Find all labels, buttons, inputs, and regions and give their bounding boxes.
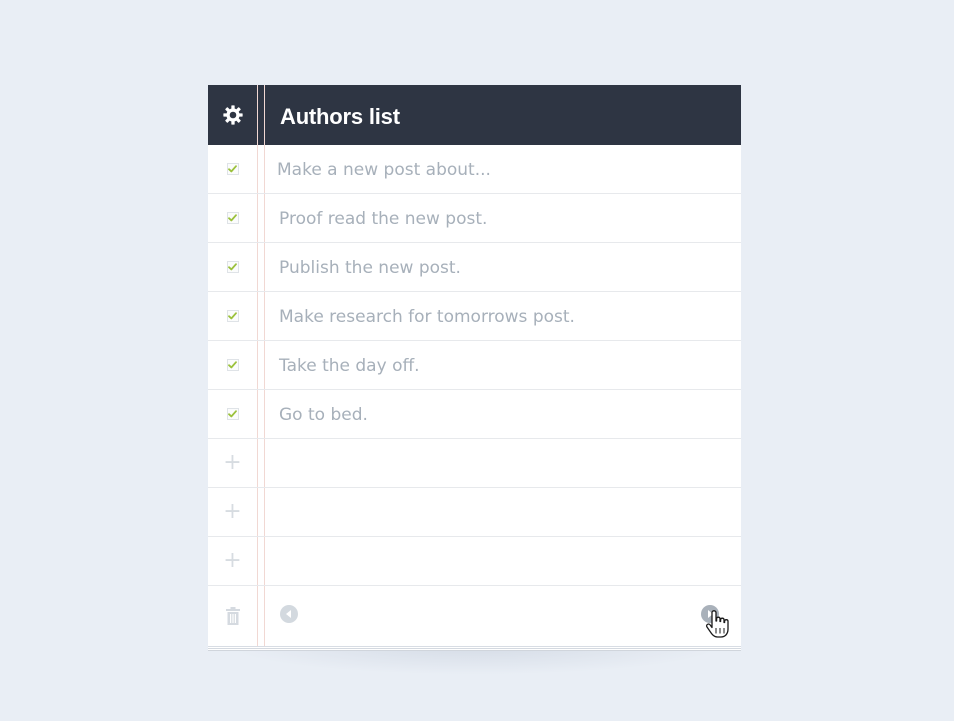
add-cell: + (208, 537, 257, 585)
list-body: Make a new post about... Proof read the … (208, 85, 741, 646)
task-text[interactable]: Proof read the new post. (279, 194, 487, 242)
checkbox-cell (208, 145, 257, 193)
arrow-left-circle-icon (280, 605, 298, 623)
task-checkbox[interactable] (226, 261, 239, 273)
delete-button[interactable] (208, 586, 257, 646)
list-item: Publish the new post. (208, 243, 741, 292)
task-checkbox[interactable] (226, 310, 239, 322)
checkbox-cell (208, 243, 257, 291)
list-item: Take the day off. (208, 341, 741, 390)
arrow-right-circle-icon (701, 605, 719, 623)
plus-icon[interactable]: + (223, 537, 241, 585)
list-item: Make research for tomorrows post. (208, 292, 741, 341)
empty-list-item[interactable]: + (208, 439, 741, 488)
check-icon (228, 410, 237, 418)
check-icon (228, 361, 237, 369)
task-text[interactable]: Make research for tomorrows post. (279, 292, 575, 340)
card-footer (208, 586, 741, 646)
plus-icon[interactable]: + (223, 439, 241, 487)
task-text[interactable]: Go to bed. (279, 390, 368, 438)
card-header: Authors list (208, 85, 741, 145)
empty-list-item[interactable]: + (208, 537, 741, 586)
checkbox-cell (208, 292, 257, 340)
check-icon (228, 214, 237, 222)
settings-button[interactable] (208, 85, 257, 145)
add-cell: + (208, 439, 257, 487)
checkbox-cell (208, 194, 257, 242)
trash-icon (225, 606, 240, 625)
previous-page-button[interactable] (280, 605, 298, 623)
task-text[interactable]: Make a new post about... (277, 145, 491, 193)
plus-icon[interactable]: + (223, 488, 241, 536)
check-icon (228, 165, 237, 173)
check-icon (228, 312, 237, 320)
task-text[interactable]: Take the day off. (279, 341, 420, 389)
check-icon (228, 263, 237, 271)
task-checkbox[interactable] (226, 163, 239, 175)
list-item: Go to bed. (208, 390, 741, 439)
task-checkbox[interactable] (226, 212, 239, 224)
page-title: Authors list (280, 104, 400, 129)
todo-card: Authors list Make a new post about... Pr… (208, 85, 741, 646)
checkbox-cell (208, 390, 257, 438)
list-item: Make a new post about... (208, 145, 741, 194)
checkbox-cell (208, 341, 257, 389)
task-checkbox[interactable] (226, 408, 239, 420)
list-item: Proof read the new post. (208, 194, 741, 243)
task-list: Make a new post about... Proof read the … (208, 145, 741, 586)
next-page-button[interactable] (701, 605, 719, 623)
task-text[interactable]: Publish the new post. (279, 243, 461, 291)
gear-icon (222, 105, 243, 125)
add-cell: + (208, 488, 257, 536)
task-checkbox[interactable] (226, 359, 239, 371)
empty-list-item[interactable]: + (208, 488, 741, 537)
